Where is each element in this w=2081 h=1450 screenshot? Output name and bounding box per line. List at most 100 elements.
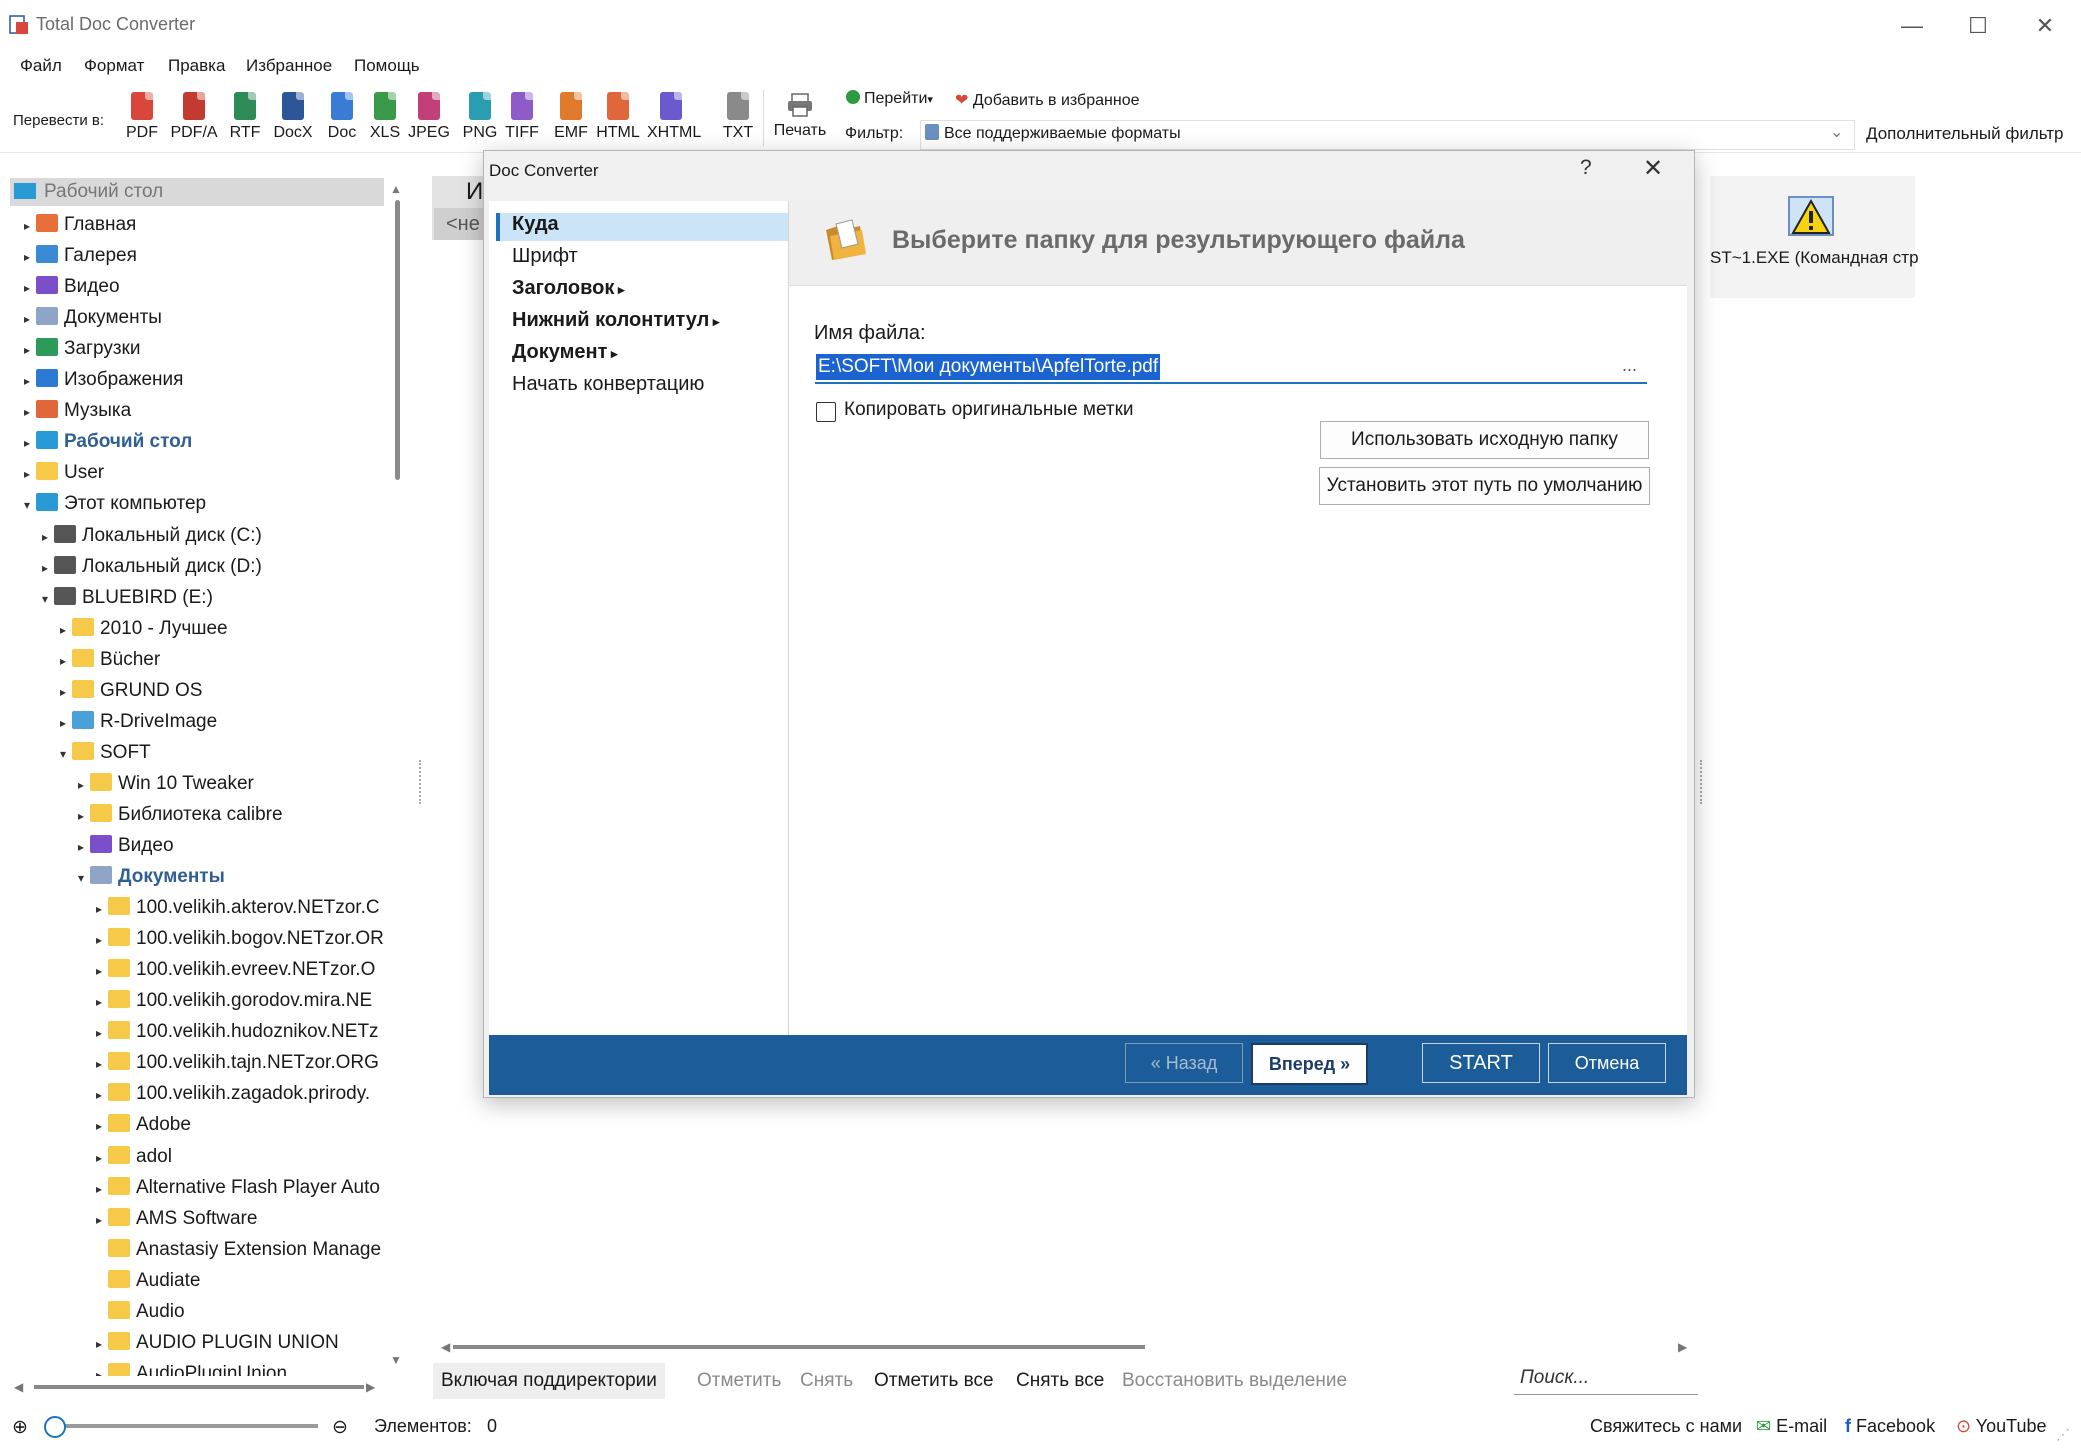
menu-file[interactable]: Файл (20, 56, 62, 76)
tree-node[interactable]: ▸ Загрузки (24, 334, 140, 364)
format-button-png[interactable]: PNG (456, 92, 504, 142)
file-hscroll-thumb[interactable] (453, 1345, 1145, 1349)
copy-tags-checkbox[interactable] (816, 402, 836, 422)
scroll-down-icon[interactable]: ▼ (390, 1353, 402, 1367)
tree-node[interactable]: ▸ 100.velikih.hudoznikov.NETz (96, 1017, 379, 1047)
unmark-all-button[interactable]: Снять все (1016, 1370, 1104, 1392)
expanded-arrow-icon[interactable]: ▾ (24, 490, 36, 520)
collapsed-arrow-icon[interactable]: ▸ (96, 956, 108, 986)
expanded-arrow-icon[interactable]: ▾ (78, 863, 90, 893)
scroll-left-icon[interactable]: ◀ (441, 1340, 450, 1354)
tree-node[interactable]: ▾ Документы (78, 862, 225, 892)
expanded-arrow-icon[interactable]: ▾ (60, 739, 72, 769)
collapsed-arrow-icon[interactable]: ▸ (96, 1018, 108, 1048)
format-button-jpeg[interactable]: JPEG (405, 92, 453, 142)
collapsed-arrow-icon[interactable]: ▸ (96, 1111, 108, 1141)
next-button[interactable]: Вперед » (1251, 1043, 1368, 1085)
collapsed-arrow-icon[interactable]: ▸ (96, 1360, 108, 1376)
tree-node[interactable]: ▸ Документы (24, 303, 162, 333)
cancel-button[interactable]: Отмена (1548, 1043, 1666, 1083)
tree-node[interactable]: ▸ User (24, 458, 104, 488)
tree-node[interactable]: ▸ AudioPluginUnion (96, 1359, 287, 1376)
collapsed-arrow-icon[interactable]: ▸ (24, 335, 36, 365)
scroll-left-icon[interactable]: ◀ (14, 1380, 23, 1394)
collapsed-arrow-icon[interactable]: ▸ (24, 428, 36, 458)
menu-edit[interactable]: Правка (168, 56, 225, 76)
format-button-docx[interactable]: DocX (269, 92, 317, 142)
tree-node[interactable]: ▾ SOFT (60, 738, 151, 768)
use-source-folder-button[interactable]: Использовать исходную папку (1320, 421, 1649, 459)
tree-node[interactable]: ▸ Adobe (96, 1110, 191, 1140)
help-button[interactable]: ? (1580, 156, 1592, 180)
tree-node[interactable]: ▸ Локальный диск (C:) (42, 521, 262, 551)
goto-button[interactable]: Перейти▾ (846, 90, 933, 108)
tree-node[interactable]: ▸ AUDIO PLUGIN UNION (96, 1328, 339, 1358)
search-input[interactable]: Поиск... (1514, 1362, 1698, 1395)
add-favorites-button[interactable]: ❤ Добавить в избранное (955, 90, 1139, 110)
browse-button[interactable]: ... (1622, 355, 1637, 376)
zoom-slider[interactable] (50, 1424, 318, 1428)
tree-node[interactable]: ▸ R-DriveImage (60, 707, 217, 737)
collapsed-arrow-icon[interactable]: ▸ (60, 646, 72, 676)
tree-node[interactable]: ▸ Win 10 Tweaker (78, 769, 254, 799)
tree-node[interactable]: ▸ Галерея (24, 241, 137, 271)
collapsed-arrow-icon[interactable]: ▸ (96, 1080, 108, 1110)
chevron-down-icon[interactable]: ⌄ (1830, 122, 1843, 142)
tree-node[interactable]: ▸ Библиотека calibre (78, 800, 283, 830)
collapsed-arrow-icon[interactable]: ▸ (96, 1143, 108, 1173)
nav-item[interactable]: Заголовок ▸ (512, 277, 625, 300)
collapsed-arrow-icon[interactable]: ▸ (24, 242, 36, 272)
format-button-tiff[interactable]: TIFF (498, 92, 546, 142)
back-button[interactable]: « Назад (1125, 1043, 1243, 1083)
filename-value[interactable]: E:\SOFT\Мои документы\ApfelTorte.pdf (816, 354, 1161, 380)
close-button[interactable]: ✕ (2015, 4, 2075, 48)
collapsed-arrow-icon[interactable]: ▸ (24, 397, 36, 427)
collapsed-arrow-icon[interactable]: ▸ (24, 304, 36, 334)
nav-item[interactable]: Документ ▸ (512, 341, 618, 364)
tree-node[interactable]: ▸ 100.velikih.bogov.NETzor.OR (96, 924, 384, 954)
tree-hscroll-thumb[interactable] (34, 1385, 364, 1389)
tree-node[interactable]: ▸ Alternative Flash Player Auto (96, 1173, 380, 1203)
dialog-close-button[interactable]: ✕ (1643, 154, 1663, 183)
tree-node[interactable]: ▸ 100.velikih.tajn.NETzor.ORG (96, 1048, 379, 1078)
contact-link[interactable]: Свяжитесь с нами (1590, 1416, 1742, 1437)
panel-splitter[interactable] (1700, 760, 1706, 804)
collapsed-arrow-icon[interactable]: ▸ (42, 522, 54, 552)
format-button-txt[interactable]: TXT (714, 92, 762, 142)
scroll-up-icon[interactable]: ▲ (390, 182, 402, 196)
collapsed-arrow-icon[interactable]: ▸ (42, 553, 54, 583)
tree-node[interactable]: ▸ 100.velikih.evreev.NETzor.O (96, 955, 375, 985)
mark-all-button[interactable]: Отметить все (874, 1370, 994, 1392)
tree-node[interactable]: Anastasiy Extension Manage (96, 1235, 381, 1265)
zoom-slider-handle[interactable] (44, 1416, 66, 1438)
format-button-pdf[interactable]: PDF (118, 92, 166, 142)
zoom-out-icon[interactable]: ⊖ (332, 1416, 348, 1439)
tree-node[interactable]: ▸ Изображения (24, 365, 183, 395)
collapsed-arrow-icon[interactable]: ▸ (96, 1205, 108, 1235)
tree-node[interactable]: ▸ GRUND OS (60, 676, 202, 706)
tree-node[interactable]: ▸ 2010 - Лучшее (60, 614, 228, 644)
tree-node[interactable]: ▸ Локальный диск (D:) (42, 552, 262, 582)
extra-filter-button[interactable]: Дополнительный фильтр (1866, 124, 2064, 144)
collapsed-arrow-icon[interactable]: ▸ (60, 677, 72, 707)
collapsed-arrow-icon[interactable]: ▸ (60, 615, 72, 645)
collapsed-arrow-icon[interactable]: ▸ (24, 273, 36, 303)
include-subdirs-button[interactable]: Включая поддиректории (433, 1363, 665, 1399)
tree-node[interactable]: Audiate (96, 1266, 200, 1296)
copy-tags-label[interactable]: Копировать оригинальные метки (844, 399, 1134, 421)
tree-node[interactable]: ▸ 100.velikih.zagadok.prirody. (96, 1079, 370, 1109)
zoom-in-icon[interactable]: ⊕ (12, 1416, 28, 1439)
tree-scroll-thumb[interactable] (395, 200, 400, 480)
tree-node[interactable]: ▸ AMS Software (96, 1204, 257, 1234)
print-button[interactable]: Печать (770, 92, 830, 140)
format-button-html[interactable]: HTML (594, 92, 642, 142)
tree-node[interactable]: ▸ 100.velikih.akterov.NETzor.C (96, 893, 380, 923)
format-button-emf[interactable]: EMF (547, 92, 595, 142)
expanded-arrow-icon[interactable]: ▾ (42, 584, 54, 614)
tree-splitter[interactable] (419, 760, 425, 804)
collapsed-arrow-icon[interactable]: ▸ (24, 459, 36, 489)
menu-help[interactable]: Помощь (354, 56, 420, 76)
nav-item[interactable]: Нижний колонтитул ▸ (512, 309, 719, 332)
collapsed-arrow-icon[interactable]: ▸ (78, 801, 90, 831)
collapsed-arrow-icon[interactable]: ▸ (60, 708, 72, 738)
